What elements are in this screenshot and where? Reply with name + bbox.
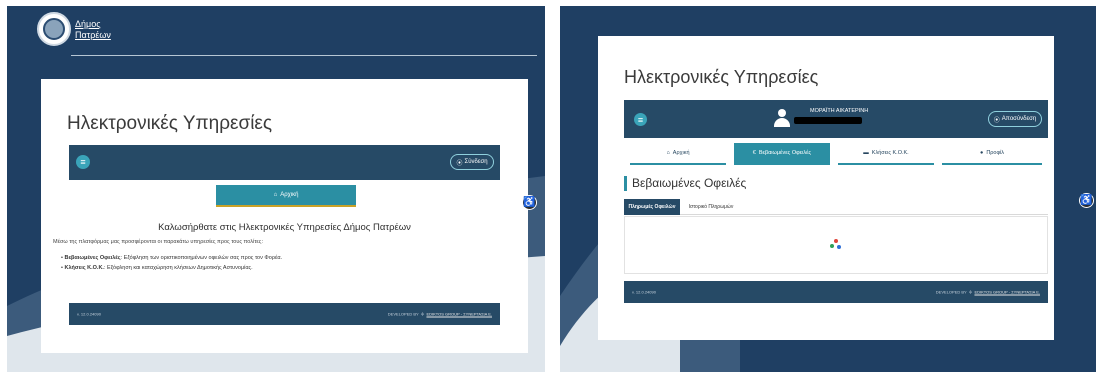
developed-by: DEVELOPED BY: [387, 311, 419, 317]
login-button[interactable]: ⦿ Σύνδεση: [450, 154, 494, 170]
home-icon: ⌂: [666, 150, 670, 156]
version-text: v. 12.0.24090: [632, 289, 656, 295]
tab-profile-label: Προφίλ: [986, 150, 1005, 156]
developer-credit: DEVELOPED BY ✣ EDIKTOS GROUP - ΣΥΝΕΡΓΑΣΙ…: [936, 290, 1040, 295]
tab-home-label: Αρχική: [672, 150, 690, 156]
seal-icon: [43, 18, 65, 40]
accessibility-icon: ♿: [1080, 195, 1093, 206]
user-navbar: ≡ ΜΟΡΑΪΤΗ ΑΙΚΑΤΕΡΙΝΗ ⦿ Αποσύνδεση: [624, 100, 1048, 138]
accessibility-icon: ♿: [523, 197, 536, 208]
tab-certified-debts[interactable]: € Βεβαιωμένες Οφειλές: [734, 143, 830, 165]
main-card: Ηλεκτρονικές Υπηρεσίες ≡ ⦿ Σύνδεση ⌂ Αρχικ…: [41, 79, 528, 353]
logout-label: Αποσύνδεση: [1001, 116, 1037, 122]
developer-logo-icon: ✣: [419, 311, 426, 317]
home-tab-label: Αρχική: [280, 192, 299, 198]
logout-icon: ⦿: [993, 117, 1000, 124]
hamburger-icon: ≡: [637, 114, 644, 125]
service-1-name: Βεβαιωμένες Οφειλές: [64, 255, 121, 261]
section-title: Βεβαιωμένες Οφειλές: [632, 176, 747, 190]
logout-button[interactable]: ⦿ Αποσύνδεση: [988, 111, 1042, 127]
card-icon: ▬: [863, 150, 869, 156]
tab-bar: ⌂ Αρχική € Βεβαιωμένες Οφειλές ▬ Κλήσεις Κ.…: [624, 143, 1048, 165]
tab-fines-label: Κλήσεις Κ.Ο.Κ.: [871, 150, 909, 156]
welcome-heading: Καλωσήρθατε στις Ηλεκτρονικές Υπηρεσίες …: [158, 222, 411, 233]
service-item-2: • Κλήσεις Κ.Ο.Κ.: Εξόφληση και καταχώρησ…: [61, 265, 253, 271]
hamburger-icon: ≡: [80, 157, 86, 167]
menu-button-right[interactable]: ≡: [634, 113, 647, 126]
loading-spinner-icon: [830, 239, 842, 251]
tab-profile[interactable]: ● Προφίλ: [942, 143, 1042, 165]
service-2-name: Κλήσεις Κ.Ο.Κ.: [64, 265, 104, 271]
accessibility-button[interactable]: ♿: [522, 195, 537, 210]
right-screenshot: Ηλεκτρονικές Υπηρεσίες ≡ ΜΟΡΑΪΤΗ ΑΙΚΑΤΕΡ…: [560, 6, 1096, 372]
section-accent: [624, 176, 627, 191]
redacted-bar: [794, 117, 862, 124]
user-icon: ●: [979, 150, 984, 156]
tab-debts-label: Βεβαιωμένες Οφειλές: [758, 150, 812, 156]
user-name: ΜΟΡΑΪΤΗ ΑΙΚΑΤΕΡΙΝΗ: [810, 108, 869, 114]
footer-right: v. 12.0.24090 DEVELOPED BY ✣ EDIKTOS GRO…: [624, 281, 1048, 303]
footer: v. 12.0.24090 DEVELOPED BY ✣ EDIKTOS GRO…: [69, 303, 500, 325]
developer-logo-icon: ✣: [967, 289, 974, 295]
service-2-desc: : Εξόφληση και καταχώρηση κλήσεων Δημοτι…: [103, 265, 253, 271]
developer-link[interactable]: EDIKTOS GROUP - ΣΥΝΕΡΓΑΣΙΑ Ε.: [426, 312, 492, 317]
intro-text: Μέσω της πλατφόρμας μας προσφέρονται οι …: [53, 239, 263, 245]
page-title-right: Ηλεκτρονικές Υπηρεσίες: [624, 67, 819, 87]
subtab-bar: Πληρωμές Οφειλών Ιστορικό Πληρωμών: [624, 199, 1048, 215]
accessibility-button-right[interactable]: ♿: [1079, 193, 1094, 208]
home-tab[interactable]: ⌂ Αρχική: [216, 185, 356, 207]
login-label: Σύνδεση: [464, 159, 488, 165]
header-divider: [71, 55, 537, 56]
tab-traffic-fines[interactable]: ▬ Κλήσεις Κ.Ο.Κ.: [838, 143, 934, 165]
logo-text[interactable]: Δήμος Πατρέων: [75, 19, 111, 41]
content-panel: [624, 216, 1048, 274]
user-avatar: [774, 109, 790, 127]
login-icon: ⦿: [456, 160, 463, 167]
home-icon: ⌂: [273, 192, 278, 198]
user-icon: [778, 109, 786, 117]
left-screenshot: Δήμος Πατρέων Ηλεκτρονικές Υπηρεσίες ≡ ⦿…: [7, 6, 545, 372]
service-1-desc: : Εξόφληση των οριστικοποιημένων οφειλών…: [120, 255, 283, 261]
subtab-payments[interactable]: Πληρωμές Οφειλών: [624, 199, 680, 215]
tab-home[interactable]: ⌂ Αρχική: [630, 143, 726, 165]
municipality-logo[interactable]: [37, 12, 71, 46]
euro-icon: €: [752, 150, 756, 156]
logo-line1: Δήμος: [75, 19, 101, 29]
logo-line2: Πατρέων: [75, 30, 111, 40]
developer-link[interactable]: EDIKTOS GROUP - ΣΥΝΕΡΓΑΣΙΑ Ε.: [974, 290, 1040, 295]
developer-credit: DEVELOPED BY ✣ EDIKTOS GROUP - ΣΥΝΕΡΓΑΣΙ…: [388, 312, 492, 317]
menu-button[interactable]: ≡: [76, 155, 90, 169]
version-text: v. 12.0.24090: [77, 311, 101, 317]
navbar: ≡ ⦿ Σύνδεση: [69, 145, 500, 180]
developed-by: DEVELOPED BY: [935, 289, 967, 295]
page-title: Ηλεκτρονικές Υπηρεσίες: [67, 113, 273, 134]
service-item-1: • Βεβαιωμένες Οφειλές: Εξόφληση των ορισ…: [61, 255, 283, 261]
subtab-history[interactable]: Ιστορικό Πληρωμών: [682, 199, 740, 215]
main-card-right: Ηλεκτρονικές Υπηρεσίες ≡ ΜΟΡΑΪΤΗ ΑΙΚΑΤΕΡ…: [598, 36, 1054, 340]
